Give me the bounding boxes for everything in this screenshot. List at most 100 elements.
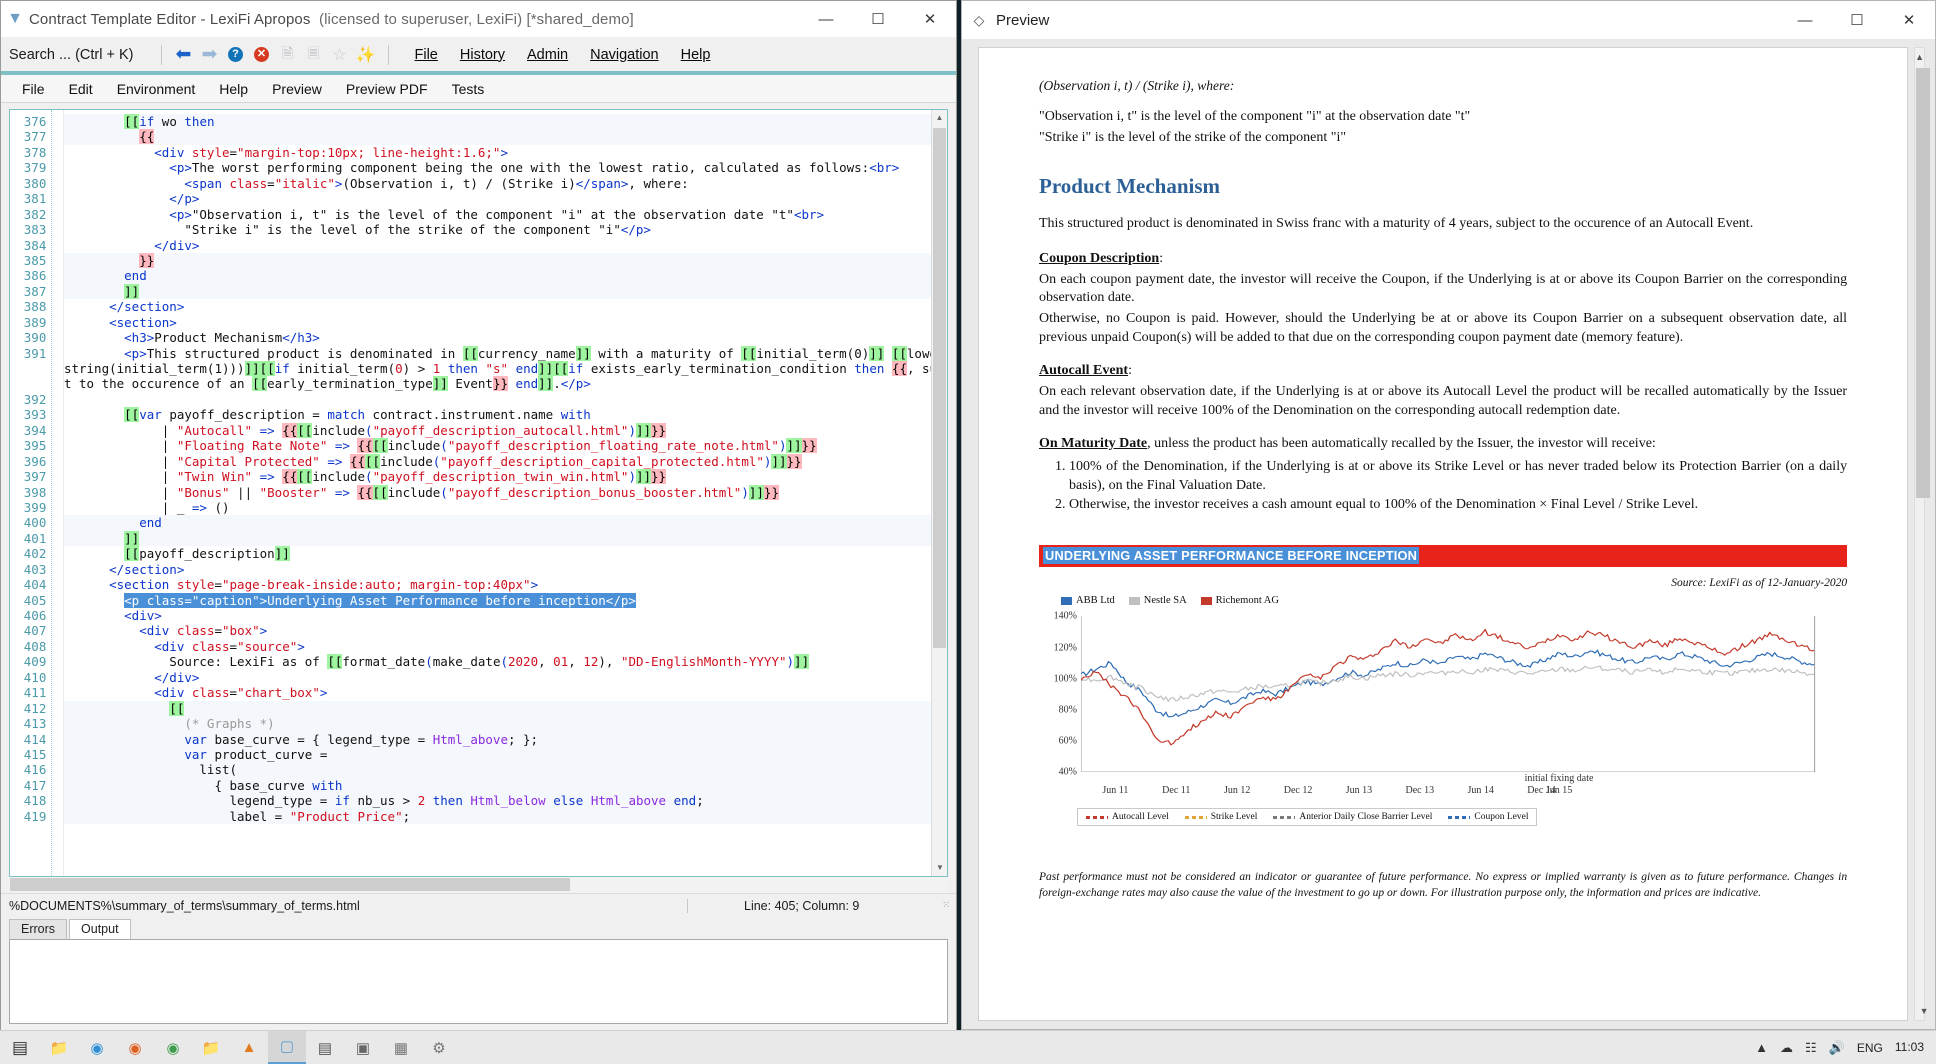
code-line[interactable]: | "Autocall" => {{[[include("payoff_desc… (64, 423, 947, 438)
taskbar-chrome-icon[interactable]: ◉ (154, 1031, 192, 1064)
scroll-up-arrow-icon[interactable]: ▲ (932, 110, 947, 126)
preview-close-button[interactable]: ✕ (1883, 2, 1935, 39)
code-editor[interactable]: 3763773783793803813823833843853863873883… (9, 109, 948, 877)
tray-clock[interactable]: 11:03 (1895, 1041, 1924, 1054)
code-text-area[interactable]: [[if wo then {{ <div style="margin-top:1… (64, 110, 947, 876)
code-line[interactable]: <section> (64, 315, 947, 330)
code-line[interactable]: <div class="chart_box"> (64, 685, 947, 700)
code-line[interactable]: </section> (64, 299, 947, 314)
taskbar-vlc-icon[interactable]: ▲ (230, 1031, 268, 1064)
output-log-panel[interactable] (9, 939, 948, 1024)
code-line[interactable]: <p>This structured product is denominate… (64, 346, 947, 361)
taskbar-firefox-icon[interactable]: ◉ (116, 1031, 154, 1064)
submenu-item-edit[interactable]: Edit (58, 79, 106, 99)
code-line[interactable]: | "Floating Rate Note" => {{[[include("p… (64, 438, 947, 453)
code-line[interactable]: | "Capital Protected" => {{[[include("pa… (64, 454, 947, 469)
code-line[interactable]: <p class="caption">Underlying Asset Perf… (64, 593, 947, 608)
preview-scroll-thumb[interactable] (1916, 68, 1930, 498)
code-line[interactable]: "Strike i" is the level of the strike of… (64, 222, 947, 237)
tray-language[interactable]: ENG (1857, 1041, 1883, 1055)
taskbar-folder-icon[interactable]: 📁 (192, 1031, 230, 1064)
paste-icon[interactable]: 🗏 (301, 43, 327, 67)
code-line[interactable]: string(initial_term(1)))]][[if initial_t… (64, 361, 947, 376)
network-icon[interactable]: ☷ (1805, 1040, 1817, 1056)
taskbar-lexifi-app-icon[interactable]: ▢ (268, 1031, 306, 1064)
code-line[interactable]: <div style="margin-top:10px; line-height… (64, 145, 947, 160)
stop-icon[interactable]: ✕ (249, 43, 275, 67)
preview-scroll-down-arrow-icon[interactable]: ▼ (1915, 1002, 1933, 1020)
volume-icon[interactable]: 🔊 (1829, 1040, 1845, 1056)
code-scroll-thumb[interactable] (933, 128, 946, 648)
magic-wand-icon[interactable]: ✨ (353, 43, 379, 67)
code-line[interactable]: <span class="italic">(Observation i, t) … (64, 176, 947, 191)
code-line[interactable]: [[if wo then (64, 114, 947, 129)
code-line[interactable]: Source: LexiFi as of [[format_date(make_… (64, 654, 947, 669)
back-arrow-icon[interactable]: ⬅ (171, 43, 197, 67)
code-line[interactable]: </section> (64, 562, 947, 577)
tab-output[interactable]: Output (69, 919, 131, 939)
code-line[interactable]: | "Bonus" || "Booster" => {{[[include("p… (64, 485, 947, 500)
minimize-button[interactable]: — (800, 1, 852, 38)
code-line[interactable]: <div class="source"> (64, 639, 947, 654)
preview-vertical-scrollbar[interactable]: ▲ ▼ (1914, 47, 1925, 1021)
submenu-item-tests[interactable]: Tests (441, 79, 498, 99)
forward-arrow-icon[interactable]: ➡ (197, 43, 223, 67)
code-line[interactable]: <h3>Product Mechanism</h3> (64, 330, 947, 345)
code-line[interactable]: legend_type = if nb_us > 2 then Html_bel… (64, 793, 947, 808)
code-line[interactable]: { base_curve with (64, 778, 947, 793)
onedrive-icon[interactable]: ☁ (1780, 1040, 1793, 1056)
taskbar-settings-icon[interactable]: ⚙ (420, 1031, 458, 1064)
code-line[interactable]: {{ (64, 129, 947, 144)
menu-item-navigation[interactable]: Navigation (579, 44, 670, 66)
code-line[interactable]: <section style="page-break-inside:auto; … (64, 577, 947, 592)
code-line[interactable]: </div> (64, 238, 947, 253)
code-line[interactable]: var base_curve = { legend_type = Html_ab… (64, 732, 947, 747)
code-hscroll-thumb[interactable] (10, 878, 570, 891)
menu-item-help[interactable]: Help (670, 44, 722, 66)
copy-icon[interactable]: 🗎 (275, 43, 301, 67)
menu-item-admin[interactable]: Admin (516, 44, 579, 66)
taskbar-terminal-icon[interactable]: ▤ (306, 1031, 344, 1064)
code-line[interactable]: end (64, 515, 947, 530)
search-input[interactable]: Search ... (Ctrl + K) (9, 47, 152, 63)
preview-scroll-up-arrow-icon[interactable]: ▲ (1915, 48, 1924, 66)
code-line[interactable]: <p>"Observation i, t" is the level of th… (64, 207, 947, 222)
tab-errors[interactable]: Errors (9, 919, 67, 939)
windows-start-icon[interactable]: ▤ (0, 1038, 40, 1058)
taskbar-notepad-icon[interactable]: ▣ (344, 1031, 382, 1064)
code-line[interactable]: [[var payoff_description = match contrac… (64, 407, 947, 422)
code-line[interactable]: <div> (64, 608, 947, 623)
submenu-item-environment[interactable]: Environment (106, 79, 209, 99)
code-line[interactable]: end (64, 268, 947, 283)
code-vertical-scrollbar[interactable]: ▲ ▼ (931, 110, 947, 876)
menu-item-history[interactable]: History (449, 44, 516, 66)
submenu-item-help[interactable]: Help (208, 79, 261, 99)
favorite-star-icon[interactable]: ☆ (327, 43, 353, 67)
code-line[interactable]: label = "Product Price"; (64, 809, 947, 824)
taskbar-edge-icon[interactable]: ◉ (78, 1031, 116, 1064)
code-line[interactable]: </div> (64, 670, 947, 685)
preview-maximize-button[interactable]: ☐ (1831, 2, 1883, 39)
code-line[interactable]: var product_curve = (64, 747, 947, 762)
submenu-item-preview-pdf[interactable]: Preview PDF (335, 79, 441, 99)
close-button[interactable]: ✕ (904, 1, 956, 38)
code-fold-gutter[interactable] (52, 110, 64, 876)
code-line[interactable]: list( (64, 762, 947, 777)
preview-minimize-button[interactable]: — (1779, 2, 1831, 39)
menu-item-file[interactable]: File (404, 44, 449, 66)
code-line[interactable] (64, 392, 947, 407)
submenu-item-preview[interactable]: Preview (261, 79, 335, 99)
help-icon[interactable]: ? (223, 43, 249, 67)
chevron-up-icon[interactable]: ▲ (1755, 1040, 1768, 1055)
maximize-button[interactable]: ☐ (852, 1, 904, 38)
code-line[interactable]: [[payoff_description]] (64, 546, 947, 561)
code-line[interactable]: ]] (64, 284, 947, 299)
code-horizontal-scrollbar[interactable] (9, 877, 948, 893)
code-line[interactable]: <div class="box"> (64, 623, 947, 638)
code-line[interactable]: [[ (64, 701, 947, 716)
code-line[interactable]: }} (64, 253, 947, 268)
submenu-item-file[interactable]: File (11, 79, 58, 99)
code-line[interactable]: <p>The worst performing component being … (64, 160, 947, 175)
taskbar-file-explorer-icon[interactable]: 📁 (40, 1031, 78, 1064)
scroll-down-arrow-icon[interactable]: ▼ (932, 860, 948, 876)
